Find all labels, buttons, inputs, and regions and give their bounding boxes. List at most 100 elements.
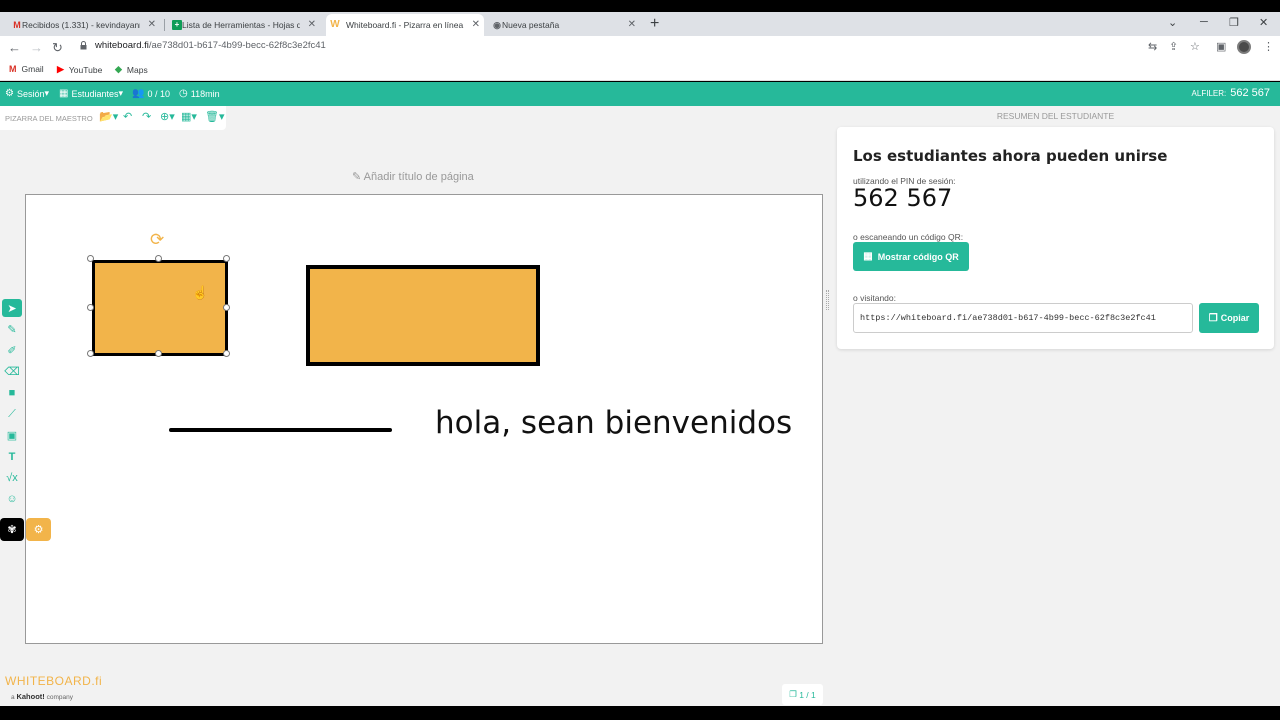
minimize-icon[interactable]: ─ xyxy=(1200,16,1208,28)
gears-icon: ⚙ xyxy=(5,88,14,99)
resize-handle[interactable] xyxy=(87,304,94,311)
panel-resize-handle[interactable] xyxy=(826,290,829,310)
url-text[interactable]: whiteboard.fi/ae738d01-b617-4b99-becc-62… xyxy=(95,40,326,51)
bookmark-label: Maps xyxy=(126,64,148,75)
shape-tool-icon[interactable]: ■ xyxy=(2,384,22,402)
tab-search-icon[interactable]: ⌄ xyxy=(1168,16,1177,29)
avatar[interactable] xyxy=(1237,40,1251,54)
bookmark-gmail[interactable]: M Gmail xyxy=(9,64,44,74)
sidepanel-icon[interactable]: ▣ xyxy=(1216,41,1226,53)
gmail-icon: M xyxy=(9,64,17,74)
board-label: PIZARRA DEL MAESTRO xyxy=(5,114,93,123)
qr-grid-icon: ▦ xyxy=(863,251,873,262)
qr-hint: o escaneando un código QR: xyxy=(853,232,964,242)
bookmark-maps[interactable]: ◆ Maps xyxy=(115,64,148,75)
close-icon[interactable]: ✕ xyxy=(628,19,636,31)
resize-handle[interactable] xyxy=(155,350,162,357)
students-menu[interactable]: ▦ Estudiantes ▾ xyxy=(59,88,123,99)
redo-icon[interactable]: ↷ xyxy=(142,111,151,123)
logo-sub-a: a xyxy=(11,694,15,701)
rotate-icon[interactable]: ⟳ xyxy=(150,231,164,248)
pin-value: 562 567 xyxy=(1230,87,1270,99)
forward-icon[interactable]: → xyxy=(30,40,43,55)
close-icon[interactable]: ✕ xyxy=(308,19,316,31)
restore-icon[interactable]: ❐ xyxy=(1229,16,1239,29)
caret-down-icon: ▾ xyxy=(44,88,50,98)
show-qr-button[interactable]: ▦ Mostrar código QR xyxy=(853,242,969,271)
session-menu[interactable]: ⚙ Sesión ▾ xyxy=(5,88,49,99)
grid-icon: ▦ xyxy=(59,88,69,99)
resize-handle[interactable] xyxy=(87,350,94,357)
canvas-text[interactable]: hola, sean bienvenidos xyxy=(435,405,792,441)
resize-handle[interactable] xyxy=(87,255,94,262)
pages-icon: ❐ xyxy=(789,689,797,699)
resize-handle[interactable] xyxy=(223,304,230,311)
pen-tool-icon[interactable]: ✎ xyxy=(2,320,22,338)
page-count-value: 1 / 1 xyxy=(799,689,816,700)
copy-button-label: Copiar xyxy=(1220,313,1250,323)
lock-icon xyxy=(80,41,87,50)
whiteboard-area: PIZARRA DEL MAESTRO 📂▾ ↶ ↷ ⊕▾ ▦▾ 🗑▾ ✎ Añ… xyxy=(0,106,831,706)
back-icon[interactable]: ← xyxy=(8,40,21,55)
kahoot-company-label: a Kahoot! company xyxy=(11,692,73,701)
new-tab-button[interactable]: + xyxy=(650,16,659,32)
selected-rectangle[interactable] xyxy=(92,260,228,356)
users-icon: 👥 xyxy=(132,88,145,99)
tab-gmail[interactable]: M Recibidos (1.331) - kevindayanm ✕ xyxy=(8,14,160,36)
resize-handle[interactable] xyxy=(155,255,162,262)
tab-whiteboard[interactable]: W Whiteboard.fi - Pizarra en línea p ✕ xyxy=(326,14,484,36)
copy-button[interactable]: ❐ Copiar xyxy=(1199,303,1259,333)
page-title-input[interactable]: ✎ Añadir título de página xyxy=(352,170,474,183)
tab-title: Lista de Herramientas - Hojas de xyxy=(182,20,300,30)
tab-sheets[interactable]: + Lista de Herramientas - Hojas de ✕ xyxy=(168,14,320,36)
pin-display: ALFILER: 562 567 xyxy=(1192,87,1270,99)
gmail-icon: M xyxy=(13,20,21,30)
close-window-icon[interactable]: ✕ xyxy=(1259,16,1268,29)
select-tool-icon[interactable]: ➤ xyxy=(2,299,22,317)
zoom-icon[interactable]: ⊕▾ xyxy=(160,111,175,123)
emoji-tool-icon[interactable]: ☺ xyxy=(2,490,22,508)
grid-icon[interactable]: ▦▾ xyxy=(181,111,197,123)
url-host: whiteboard.fi xyxy=(95,40,149,51)
bookmark-youtube[interactable]: ▶ YouTube xyxy=(57,64,102,75)
whiteboard-canvas[interactable]: ⟳ ☝ hola, sean bienvenidos xyxy=(25,194,823,644)
hand-cursor-icon: ☝ xyxy=(192,285,209,300)
join-url-field[interactable]: https://whiteboard.fi/ae738d01-b617-4b99… xyxy=(853,303,1193,333)
close-icon[interactable]: ✕ xyxy=(472,19,480,31)
tab-separator xyxy=(164,19,165,31)
tab-title: Nueva pestaña xyxy=(502,20,560,30)
menu-icon[interactable]: ⋮ xyxy=(1263,41,1274,53)
session-label: Sesión xyxy=(16,88,45,99)
undo-icon[interactable]: ↶ xyxy=(123,111,132,123)
students-label: Estudiantes xyxy=(71,88,119,99)
math-tool-icon[interactable]: √x xyxy=(2,469,22,487)
line-shape[interactable] xyxy=(169,428,392,432)
image-tool-icon[interactable]: ▣ xyxy=(2,426,22,444)
text-tool-icon[interactable]: T xyxy=(2,448,22,466)
background-settings-icon[interactable]: ⚙ xyxy=(26,518,51,541)
rectangle-shape[interactable] xyxy=(306,265,540,366)
reload-icon[interactable]: ↻ xyxy=(52,40,63,55)
student-count: 👥 0 / 10 xyxy=(132,88,170,99)
share-icon[interactable]: ⇪ xyxy=(1169,41,1178,53)
resize-handle[interactable] xyxy=(223,350,230,357)
close-icon[interactable]: ✕ xyxy=(148,19,156,31)
student-summary-panel: RESUMEN DEL ESTUDIANTE Los estudiantes a… xyxy=(831,106,1280,706)
eraser-tool-icon[interactable]: ⌫ xyxy=(2,362,22,380)
folder-icon[interactable]: 📂▾ xyxy=(99,111,118,123)
resize-handle[interactable] xyxy=(223,255,230,262)
trash-icon[interactable]: 🗑▾ xyxy=(205,111,225,123)
timer-value: 118min xyxy=(190,88,220,99)
app-header: ⚙ Sesión ▾ ▦ Estudiantes ▾ 👥 0 / 10 ◷ 118min A… xyxy=(0,82,1280,106)
tab-new[interactable]: ◉ Nueva pestaña ✕ xyxy=(488,14,640,36)
highlighter-tool-icon[interactable]: ✐ xyxy=(2,341,22,359)
star-icon[interactable]: ☆ xyxy=(1190,41,1200,53)
translate-icon[interactable]: ⇆ xyxy=(1148,41,1157,53)
color-palette-icon[interactable]: ✾ xyxy=(0,518,24,541)
bookmark-label: YouTube xyxy=(68,64,103,75)
session-timer: ◷ 118min xyxy=(179,88,220,99)
page-counter[interactable]: ❐ 1 / 1 xyxy=(782,684,823,705)
line-tool-icon[interactable]: ⟋ xyxy=(2,405,22,423)
pin-label: ALFILER: xyxy=(1191,89,1227,98)
maps-icon: ◆ xyxy=(115,64,122,74)
